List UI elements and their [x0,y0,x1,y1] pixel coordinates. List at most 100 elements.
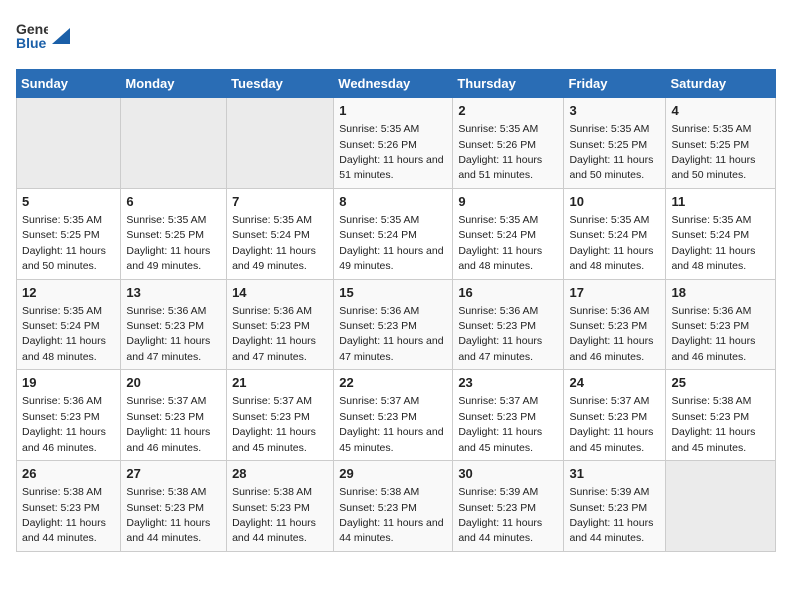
calendar-cell: 27Sunrise: 5:38 AMSunset: 5:23 PMDayligh… [121,461,227,552]
daylight-text: Daylight: 11 hours and 48 minutes. [569,245,653,272]
daylight-text: Daylight: 11 hours and 48 minutes. [22,335,106,362]
daylight-text: Daylight: 11 hours and 46 minutes. [569,335,653,362]
sunset-text: Sunset: 5:23 PM [126,320,204,332]
daylight-text: Daylight: 11 hours and 45 minutes. [569,426,653,453]
sunrise-text: Sunrise: 5:38 AM [22,486,102,498]
sunset-text: Sunset: 5:23 PM [671,320,749,332]
day-number: 9 [458,193,558,211]
sunset-text: Sunset: 5:24 PM [569,229,647,241]
weekday-header-row: SundayMondayTuesdayWednesdayThursdayFrid… [17,70,776,98]
sunset-text: Sunset: 5:23 PM [671,411,749,423]
calendar-table: SundayMondayTuesdayWednesdayThursdayFrid… [16,69,776,552]
sunset-text: Sunset: 5:23 PM [22,411,100,423]
day-number: 5 [22,193,115,211]
sunrise-text: Sunrise: 5:36 AM [22,395,102,407]
sunset-text: Sunset: 5:23 PM [458,320,536,332]
day-number: 19 [22,374,115,392]
calendar-cell: 18Sunrise: 5:36 AMSunset: 5:23 PMDayligh… [666,279,776,370]
calendar-cell: 1Sunrise: 5:35 AMSunset: 5:26 PMDaylight… [334,98,453,189]
sunrise-text: Sunrise: 5:37 AM [126,395,206,407]
sunrise-text: Sunrise: 5:38 AM [126,486,206,498]
sunset-text: Sunset: 5:23 PM [339,411,417,423]
sunrise-text: Sunrise: 5:36 AM [458,305,538,317]
calendar-cell: 22Sunrise: 5:37 AMSunset: 5:23 PMDayligh… [334,370,453,461]
sunset-text: Sunset: 5:23 PM [569,320,647,332]
sunrise-text: Sunrise: 5:35 AM [22,214,102,226]
calendar-cell: 17Sunrise: 5:36 AMSunset: 5:23 PMDayligh… [564,279,666,370]
sunset-text: Sunset: 5:26 PM [458,139,536,151]
calendar-week-2: 5 Sunrise: 5:35 AM Sunset: 5:25 PM Daylight… [17,188,776,279]
day-number: 10 [569,193,660,211]
sunrise-text: Sunrise: 5:35 AM [458,123,538,135]
daylight-text: Daylight: 11 hours and 47 minutes. [458,335,542,362]
day-number: 25 [671,374,770,392]
day-number: 24 [569,374,660,392]
sunset-text: Sunset: 5:25 PM [671,139,749,151]
sunrise-text: Sunrise: 5:38 AM [339,486,419,498]
sunset-text: Sunset: 5:23 PM [569,411,647,423]
calendar-cell: 19 Sunrise: 5:36 AM Sunset: 5:23 PM Dayligh… [17,370,121,461]
sunrise-text: Sunrise: 5:38 AM [232,486,312,498]
sunrise-text: Sunrise: 5:36 AM [671,305,751,317]
sunrise-text: Sunrise: 5:35 AM [22,305,102,317]
sunrise-text: Sunrise: 5:35 AM [458,214,538,226]
sunrise-text: Sunrise: 5:36 AM [126,305,206,317]
weekday-header-tuesday: Tuesday [227,70,334,98]
day-number: 7 [232,193,328,211]
calendar-cell: 26Sunrise: 5:38 AMSunset: 5:23 PMDayligh… [17,461,121,552]
daylight-text: Daylight: 11 hours and 46 minutes. [22,426,106,453]
sunrise-text: Sunrise: 5:35 AM [339,123,419,135]
daylight-text: Daylight: 11 hours and 50 minutes. [569,154,653,181]
sunset-text: Sunset: 5:25 PM [126,229,204,241]
sunset-text: Sunset: 5:23 PM [22,502,100,514]
daylight-text: Daylight: 11 hours and 47 minutes. [126,335,210,362]
day-number: 11 [671,193,770,211]
day-number: 2 [458,102,558,120]
sunset-text: Sunset: 5:23 PM [569,502,647,514]
sunset-text: Sunset: 5:23 PM [458,411,536,423]
calendar-cell [666,461,776,552]
day-number: 30 [458,465,558,483]
day-number: 29 [339,465,447,483]
calendar-cell: 30Sunrise: 5:39 AMSunset: 5:23 PMDayligh… [453,461,564,552]
sunset-text: Sunset: 5:24 PM [232,229,310,241]
daylight-text: Daylight: 11 hours and 48 minutes. [458,245,542,272]
day-number: 18 [671,284,770,302]
sunset-text: Sunset: 5:24 PM [458,229,536,241]
day-number: 16 [458,284,558,302]
calendar-cell: 15Sunrise: 5:36 AMSunset: 5:23 PMDayligh… [334,279,453,370]
day-number: 23 [458,374,558,392]
calendar-cell: 7Sunrise: 5:35 AMSunset: 5:24 PMDaylight… [227,188,334,279]
sunrise-text: Sunrise: 5:35 AM [339,214,419,226]
sunrise-text: Sunrise: 5:35 AM [126,214,206,226]
sunset-text: Sunset: 5:23 PM [126,411,204,423]
calendar-cell: 6Sunrise: 5:35 AMSunset: 5:25 PMDaylight… [121,188,227,279]
sunrise-text: Sunrise: 5:39 AM [569,486,649,498]
weekday-header-saturday: Saturday [666,70,776,98]
day-number: 8 [339,193,447,211]
sunset-text: Sunset: 5:24 PM [339,229,417,241]
daylight-text: Daylight: 11 hours and 49 minutes. [339,245,443,272]
day-number: 12 [22,284,115,302]
sunrise-text: Sunrise: 5:36 AM [339,305,419,317]
weekday-header-thursday: Thursday [453,70,564,98]
daylight-text: Daylight: 11 hours and 47 minutes. [339,335,443,362]
sunrise-text: Sunrise: 5:37 AM [458,395,538,407]
calendar-cell: 28Sunrise: 5:38 AMSunset: 5:23 PMDayligh… [227,461,334,552]
sunset-text: Sunset: 5:23 PM [232,502,310,514]
weekday-header-friday: Friday [564,70,666,98]
calendar-cell: 12Sunrise: 5:35 AMSunset: 5:24 PMDayligh… [17,279,121,370]
calendar-cell [17,98,121,189]
weekday-header-sunday: Sunday [17,70,121,98]
svg-text:Blue: Blue [16,35,47,51]
daylight-text: Daylight: 11 hours and 45 minutes. [339,426,443,453]
sunrise-text: Sunrise: 5:39 AM [458,486,538,498]
calendar-cell: 29Sunrise: 5:38 AMSunset: 5:23 PMDayligh… [334,461,453,552]
daylight-text: Daylight: 11 hours and 46 minutes. [126,426,210,453]
daylight-text: Daylight: 11 hours and 44 minutes. [22,517,106,544]
sunset-text: Sunset: 5:23 PM [339,320,417,332]
sunset-text: Sunset: 5:23 PM [232,411,310,423]
calendar-cell: 14Sunrise: 5:36 AMSunset: 5:23 PMDayligh… [227,279,334,370]
calendar-cell [227,98,334,189]
sunrise-text: Sunrise: 5:35 AM [671,123,751,135]
